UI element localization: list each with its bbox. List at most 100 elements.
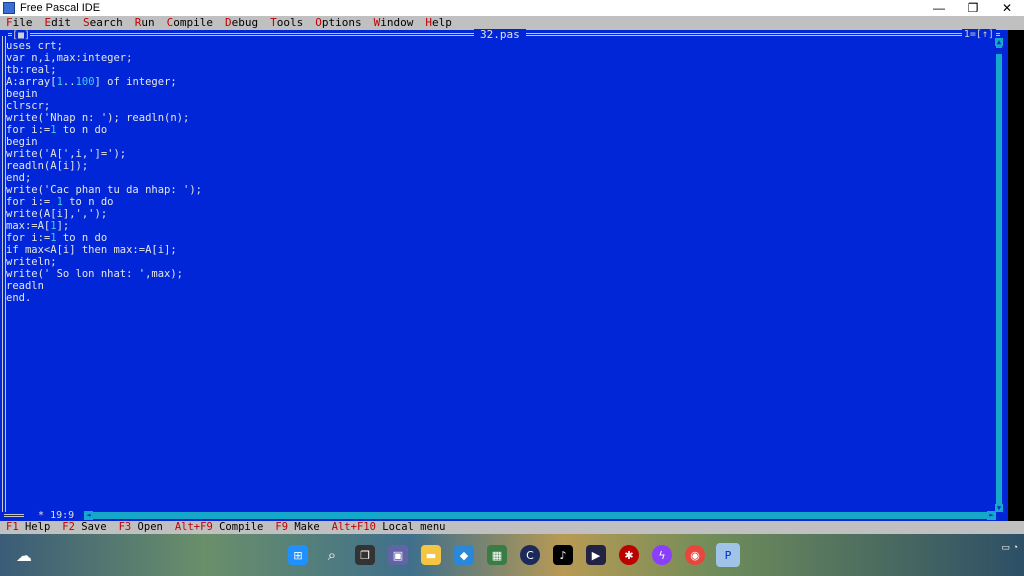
editor-window-number[interactable]: 1=[↑] bbox=[961, 29, 996, 41]
ccleaner-icon[interactable]: C bbox=[520, 545, 540, 565]
editor-window[interactable]: [■] 32.pas 1=[↑] uses crt; var n,i,max:i… bbox=[0, 29, 1008, 521]
menu-file[interactable]: File bbox=[0, 16, 39, 30]
menu-hotkey: T bbox=[270, 16, 277, 29]
number-literal: 1 bbox=[50, 220, 57, 232]
key-name: Alt+F10 bbox=[331, 521, 376, 533]
scroll-up-arrow-icon[interactable]: ▲ bbox=[995, 38, 1003, 46]
code-line[interactable]: if max<A[i] then max:=A[i]; bbox=[6, 244, 177, 256]
close-button[interactable]: ✕ bbox=[990, 0, 1024, 16]
search-icon[interactable]: ⌕ bbox=[322, 545, 342, 565]
code-line[interactable]: readln bbox=[6, 280, 44, 292]
menu-search[interactable]: Search bbox=[77, 16, 129, 30]
menu-tools[interactable]: Tools bbox=[264, 16, 309, 30]
antivirus-icon[interactable]: ✱ bbox=[619, 545, 639, 565]
menu-label: indow bbox=[380, 16, 414, 29]
menu-hotkey: H bbox=[425, 16, 432, 29]
code-line[interactable]: A:array[1..100] of integer; bbox=[6, 76, 177, 88]
key-name: F9 bbox=[275, 521, 289, 533]
menu-label: ools bbox=[276, 16, 304, 29]
store-icon[interactable]: ▶ bbox=[586, 545, 606, 565]
menu-window[interactable]: Window bbox=[368, 16, 420, 30]
chrome-icon[interactable]: ◉ bbox=[685, 545, 705, 565]
menu-compile[interactable]: Compile bbox=[161, 16, 219, 30]
menu-debug[interactable]: Debug bbox=[219, 16, 264, 30]
menu-label: un bbox=[141, 16, 155, 29]
code-line[interactable]: write('Cac phan tu da nhap: '); bbox=[6, 184, 202, 196]
task-view-icon[interactable]: ❐ bbox=[355, 545, 375, 565]
modified-marker: * bbox=[38, 510, 45, 521]
menu-label: dit bbox=[51, 16, 71, 29]
code-line[interactable]: begin bbox=[6, 136, 38, 148]
key-hint-compile[interactable]: Alt+F9 Compile bbox=[169, 521, 270, 534]
weather-icon[interactable]: ☁ bbox=[14, 545, 34, 565]
vertical-scrollbar[interactable]: ▲ ▼ bbox=[995, 38, 1003, 512]
key-hint-save[interactable]: F2 Save bbox=[56, 521, 112, 534]
code-line[interactable]: for i:=1 to n do bbox=[6, 124, 107, 136]
menu-label: earch bbox=[89, 16, 123, 29]
messenger-icon[interactable]: ϟ bbox=[652, 545, 672, 565]
horizontal-scrollbar[interactable]: ◄ ► bbox=[84, 511, 996, 520]
code-line[interactable]: end. bbox=[6, 292, 31, 304]
menu-label: ptions bbox=[321, 16, 362, 29]
code-editor-text[interactable]: uses crt; var n,i,max:integer; tb:real; … bbox=[6, 40, 202, 304]
network-icon[interactable]: ▭ bbox=[1002, 542, 1011, 552]
number-literal: 1 bbox=[56, 196, 63, 208]
vertical-scroll-thumb[interactable] bbox=[996, 48, 1002, 54]
window-title-bar[interactable]: Free Pascal IDE — ❐ ✕ bbox=[0, 0, 1024, 16]
app-icon[interactable]: ▦ bbox=[487, 545, 507, 565]
code-line[interactable]: writeln; bbox=[6, 256, 57, 268]
code-line[interactable]: tb:real; bbox=[6, 64, 57, 76]
free-pascal-icon[interactable]: P bbox=[716, 543, 740, 567]
code-line[interactable]: write(' So lon nhat: ',max); bbox=[6, 268, 183, 280]
key-hint-make[interactable]: F9 Make bbox=[269, 521, 325, 534]
windows-start-icon[interactable]: ⊞ bbox=[288, 545, 308, 565]
key-label: Compile bbox=[219, 521, 264, 533]
menu-hotkey: O bbox=[315, 16, 322, 29]
code-line[interactable]: write('A[',i,']='); bbox=[6, 148, 126, 160]
code-line[interactable]: clrscr; bbox=[6, 100, 50, 112]
key-hint-open[interactable]: F3 Open bbox=[113, 521, 169, 534]
teams-icon[interactable]: ▣ bbox=[388, 545, 408, 565]
minimize-button[interactable]: — bbox=[922, 0, 956, 16]
menu-edit[interactable]: Edit bbox=[39, 16, 78, 30]
menu-label: ile bbox=[12, 16, 33, 29]
code-line[interactable]: write(A[i],','); bbox=[6, 208, 107, 220]
key-name: F3 bbox=[118, 521, 132, 533]
code-line[interactable]: uses crt; bbox=[6, 40, 63, 52]
photos-icon[interactable]: ◆ bbox=[454, 545, 474, 565]
key-hint-local-menu[interactable]: Alt+F10 Local menu bbox=[326, 521, 452, 534]
code-line[interactable]: for i:=1 to n do bbox=[6, 232, 107, 244]
code-line[interactable]: write('Nhap n: '); readln(n); bbox=[6, 112, 189, 124]
file-explorer-icon[interactable]: ▬ bbox=[421, 545, 441, 565]
menu-hotkey: D bbox=[225, 16, 232, 29]
number-literal: 1 bbox=[56, 76, 63, 88]
code-line[interactable]: readln(A[i]); bbox=[6, 160, 88, 172]
code-line[interactable]: for i:= 1 to n do bbox=[6, 196, 113, 208]
menu-help[interactable]: Help bbox=[419, 16, 458, 30]
number-literal: 1 bbox=[50, 124, 57, 136]
menu-label: ompile bbox=[173, 16, 213, 29]
code-line[interactable]: var n,i,max:integer; bbox=[6, 52, 132, 64]
volume-icon[interactable]: ◔ bbox=[1013, 542, 1018, 552]
code-line[interactable]: end; bbox=[6, 172, 31, 184]
system-tray[interactable]: ▭ ◔ bbox=[1002, 542, 1018, 553]
windows-taskbar: ☁ ⊞ ⌕ ❐ ▣ ▬ ◆ ▦ C ♪ ▶ ✱ ϟ ◉ P ▭ ◔ bbox=[0, 534, 1024, 576]
editor-file-title: 32.pas bbox=[474, 29, 526, 41]
number-literal: 1 bbox=[50, 232, 57, 244]
menu-run[interactable]: Run bbox=[129, 16, 161, 30]
tiktok-icon[interactable]: ♪ bbox=[553, 545, 573, 565]
key-label: Open bbox=[137, 521, 163, 533]
key-hint-help[interactable]: F1 Help bbox=[0, 521, 56, 534]
scroll-left-arrow-icon[interactable]: ◄ bbox=[84, 511, 93, 520]
restore-button[interactable]: ❐ bbox=[956, 0, 990, 16]
menu-label: elp bbox=[432, 16, 452, 29]
menu-hotkey: S bbox=[83, 16, 90, 29]
code-line[interactable]: begin bbox=[6, 88, 38, 100]
code-line[interactable]: max:=A[1]; bbox=[6, 220, 69, 232]
free-pascal-app-icon bbox=[3, 2, 15, 14]
window-title: Free Pascal IDE bbox=[20, 2, 101, 14]
editor-bottom-frame: * 19:9 ◄ ► bbox=[0, 510, 1008, 521]
cursor-position-value: 19:9 bbox=[50, 510, 75, 521]
scroll-right-arrow-icon[interactable]: ► bbox=[987, 511, 996, 520]
menu-options[interactable]: Options bbox=[309, 16, 367, 30]
